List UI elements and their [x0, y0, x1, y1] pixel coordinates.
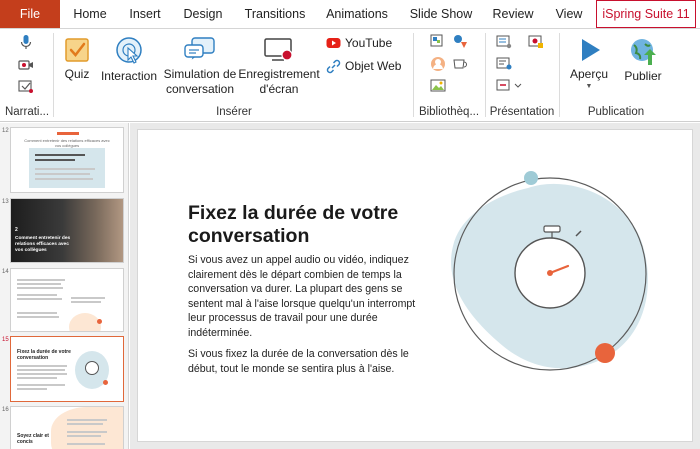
tab-ispring-suite[interactable]: iSpring Suite 11 — [596, 0, 696, 28]
thumbnail-content-box — [29, 148, 105, 188]
tab-view[interactable]: View — [548, 0, 590, 28]
player-settings-icon[interactable] — [528, 35, 544, 54]
tab-slide-show[interactable]: Slide Show — [404, 0, 478, 28]
narration-sync-icon[interactable] — [18, 80, 34, 99]
thumbnail-header: Comment entretenir des relations efficac… — [24, 138, 110, 148]
screen-recording-button[interactable]: Enregistrement d'écran — [238, 36, 320, 97]
navigation-icon[interactable] — [496, 79, 522, 98]
screen-record-icon — [264, 38, 293, 61]
video-camera-icon[interactable] — [18, 58, 34, 77]
slide-title[interactable]: Fixez la durée de votre conversation — [188, 202, 438, 248]
teal-dot — [524, 171, 538, 185]
group-divider — [53, 33, 54, 117]
tab-insert[interactable]: Insert — [120, 0, 170, 28]
tab-file[interactable]: File — [0, 0, 60, 28]
thumbnail-caption: Soyez clair et concis — [17, 433, 49, 445]
narration-group-label: Narrati... — [4, 106, 50, 118]
conversation-simulation-button[interactable]: Simulation de conversation — [160, 36, 240, 97]
chevron-down-icon[interactable]: ▼ — [564, 82, 614, 92]
slide-properties-icon[interactable] — [496, 57, 512, 76]
tab-transitions[interactable]: Transitions — [238, 0, 312, 28]
link-icon — [326, 59, 341, 73]
interaction-button[interactable]: Interaction — [98, 36, 160, 84]
tab-review[interactable]: Review — [488, 0, 538, 28]
quiz-icon — [65, 38, 89, 62]
library-group-label: Bibliothèq... — [418, 106, 480, 118]
thumbnail-dot — [97, 319, 102, 324]
chat-bubbles-icon — [184, 37, 215, 60]
presentation-group-label: Présentation — [489, 106, 555, 118]
slide-thumbnail-pane[interactable]: 12 Comment entretenir des relations effi… — [0, 123, 129, 449]
tab-home[interactable]: Home — [64, 0, 116, 28]
interaction-label: Interaction — [100, 69, 158, 83]
current-slide[interactable]: Fixez la durée de votre conversation Si … — [137, 129, 693, 442]
microphone-icon[interactable] — [18, 34, 34, 55]
characters-icon[interactable] — [430, 34, 446, 54]
templates-icon[interactable] — [452, 34, 468, 54]
thumbnail-step-number: 2 — [15, 227, 18, 233]
web-object-button[interactable]: Objet Web — [326, 58, 401, 74]
screen-recording-label: Enregistrement d'écran — [238, 67, 320, 96]
tab-animations[interactable]: Animations — [320, 0, 394, 28]
people-icon[interactable] — [430, 56, 446, 77]
preview-label: Aperçu — [569, 67, 609, 81]
thumbnail-shape — [69, 313, 101, 331]
insert-group-label: Insérer — [216, 106, 252, 118]
slide-number: 15 — [2, 337, 9, 343]
thumbnail-dot — [103, 380, 108, 385]
orange-dot — [595, 343, 615, 363]
group-divider — [413, 33, 414, 117]
slide-thumbnail-12[interactable]: Comment entretenir des relations efficac… — [10, 127, 124, 193]
slide-number: 16 — [2, 407, 9, 413]
group-divider — [485, 33, 486, 117]
stopwatch-illustration — [451, 171, 648, 371]
slide-paragraph-2[interactable]: Si vous fixez la durée de la conversatio… — [188, 347, 428, 376]
slide-editor-canvas[interactable]: Fixez la durée de votre conversation Si … — [130, 123, 700, 449]
youtube-label: YouTube — [345, 36, 393, 50]
ribbon: Narrati... Quiz Interaction Simulation d… — [0, 29, 700, 122]
publish-button[interactable]: Publier — [618, 36, 668, 84]
youtube-icon — [326, 38, 341, 48]
youtube-button[interactable]: YouTube — [326, 35, 392, 51]
slide-thumbnail-14[interactable] — [10, 268, 124, 332]
slide-paragraph-1[interactable]: Si vous avez un appel audio ou vidéo, in… — [188, 253, 428, 340]
conversation-simulation-label: Simulation de conversation — [163, 67, 237, 96]
thumbnail-caption: Fixez la durée de votre conversation — [17, 349, 71, 361]
slide-thumbnail-16[interactable]: Soyez clair et concis — [10, 406, 124, 449]
quiz-button[interactable]: Quiz — [58, 36, 96, 82]
ribbon-tab-bar: File Home Insert Design Transitions Anim… — [0, 0, 700, 29]
objects-icon[interactable] — [452, 56, 468, 76]
publish-globe-icon — [631, 39, 656, 65]
presentation-resources-icon[interactable] — [496, 35, 512, 54]
slide-thumbnail-13[interactable]: 2 Comment entretenir des relations effic… — [10, 198, 124, 263]
slide-number: 14 — [2, 269, 9, 275]
thumbnail-stopwatch — [85, 361, 99, 375]
brand-logo-mark — [57, 132, 79, 135]
publish-label: Publier — [624, 69, 662, 83]
slide-number: 12 — [2, 128, 9, 134]
slide-thumbnail-15[interactable]: Fixez la durée de votre conversation — [10, 336, 124, 402]
preview-button[interactable]: Aperçu ▼ — [564, 36, 614, 92]
web-object-label: Objet Web — [345, 59, 402, 73]
thumbnail-caption: Comment entretenir des relations efficac… — [15, 236, 71, 253]
group-divider — [559, 33, 560, 117]
play-preview-icon — [582, 39, 600, 61]
tab-design[interactable]: Design — [176, 0, 230, 28]
slide-number: 13 — [2, 199, 9, 205]
publication-group-label: Publication — [587, 106, 645, 118]
quiz-label: Quiz — [64, 67, 90, 81]
interaction-icon — [116, 37, 142, 64]
backgrounds-icon[interactable] — [430, 79, 446, 97]
